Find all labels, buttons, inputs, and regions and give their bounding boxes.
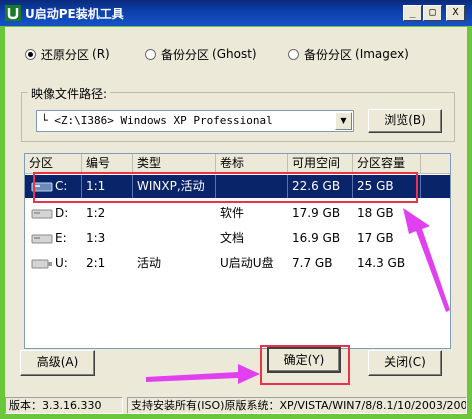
cell-number: 1:3 — [86, 231, 106, 245]
app-window: U启动PE装机工具 _ □ X 还原分区 (R) 备份分区 (Ghost) 备份… — [0, 0, 472, 419]
cell-size: 18 GB — [357, 206, 394, 220]
radio-backup-ghost[interactable]: 备份分区 (Ghost) — [145, 46, 257, 62]
cell-type: WINXP,活动 — [133, 175, 216, 198]
hard-drive-icon — [31, 234, 53, 244]
radio-dot-icon[interactable] — [145, 48, 156, 60]
cell-label: 文档 — [220, 231, 245, 245]
cell-size: 14.3 GB — [357, 256, 406, 270]
cell-drive: C: — [51, 175, 82, 198]
usb-drive-icon — [31, 259, 52, 269]
radio-dot-icon[interactable] — [25, 48, 36, 60]
col-header-free[interactable]: 可用空间 — [288, 154, 353, 173]
radio-restore-partition[interactable]: 还原分区 (R) — [25, 46, 110, 62]
cell-label — [216, 175, 288, 198]
cell-free: 7.7 GB — [292, 256, 333, 270]
radio-hotkey: (Ghost) — [212, 47, 257, 61]
cell-number: 2:1 — [86, 256, 106, 270]
cell-size: 25 GB — [353, 175, 421, 198]
partition-table[interactable]: 分区 编号 类型 卷标 可用空间 分区容量 C: 1:1 WINXP,活动 22… — [24, 153, 451, 349]
ok-button[interactable]: 确定(Y) — [267, 347, 341, 373]
radio-label: 备份分区 — [161, 47, 210, 62]
close-window-button[interactable]: X — [446, 5, 465, 21]
cell-number: 1:2 — [86, 206, 106, 220]
col-header-label[interactable]: 卷标 — [216, 154, 288, 173]
cell-drive: U: — [55, 256, 68, 270]
main-panel: 还原分区 (R) 备份分区 (Ghost) 备份分区 (Imagex) 映像文件… — [5, 27, 467, 414]
col-header-type[interactable]: 类型 — [133, 154, 216, 173]
table-row[interactable]: E: 1:3 文档 16.9 GB 17 GB — [25, 227, 450, 250]
cell-type: 活动 — [137, 256, 162, 270]
cell-drive: E: — [55, 231, 67, 245]
advanced-button[interactable]: 高级(A) — [20, 350, 95, 376]
support-text: 支持安装所有(ISO)原版系统：XP/VISTA/WIN7/8/8.1/10/2… — [127, 397, 467, 414]
cell-free: 16.9 GB — [292, 231, 341, 245]
cell-number: 1:1 — [82, 175, 133, 198]
image-path-group: 映像文件路径: └ <Z:\I386> Windows XP Professio… — [21, 85, 455, 142]
close-button[interactable]: 关闭(C) — [368, 350, 442, 376]
hard-drive-icon — [31, 182, 53, 192]
cell-drive: D: — [55, 206, 69, 220]
cell-label: 软件 — [220, 206, 245, 220]
table-header: 分区 编号 类型 卷标 可用空间 分区容量 — [25, 154, 450, 174]
minimize-button[interactable]: _ — [403, 5, 422, 21]
radio-hotkey: (R) — [92, 47, 110, 61]
radio-label: 还原分区 — [41, 47, 90, 62]
radio-backup-imagex[interactable]: 备份分区 (Imagex) — [288, 46, 409, 62]
cell-free: 17.9 GB — [292, 206, 341, 220]
hard-drive-icon — [31, 209, 53, 219]
radio-hotkey: (Imagex) — [355, 47, 409, 61]
title-bar[interactable]: U启动PE装机工具 _ □ X — [0, 0, 472, 26]
col-header-number[interactable]: 编号 — [82, 154, 133, 173]
image-path-value: └ <Z:\I386> Windows XP Professional — [41, 114, 273, 127]
cell-label: U启动U盘 — [220, 256, 274, 270]
image-path-combo[interactable]: └ <Z:\I386> Windows XP Professional ▼ — [36, 110, 354, 132]
table-row[interactable]: U: 2:1 活动 U启动U盘 7.7 GB 14.3 GB — [25, 252, 450, 275]
cell-type — [133, 227, 216, 250]
status-bar: 版本：3.3.16.330 支持安装所有(ISO)原版系统：XP/VISTA/W… — [5, 397, 467, 414]
version-text: 版本：3.3.16.330 — [5, 397, 123, 414]
chevron-down-icon[interactable]: ▼ — [335, 112, 352, 130]
table-row[interactable]: D: 1:2 软件 17.9 GB 18 GB — [25, 202, 450, 225]
maximize-button[interactable]: □ — [423, 5, 442, 21]
browse-button[interactable]: 浏览(B) — [368, 109, 442, 133]
radio-label: 备份分区 — [304, 47, 353, 62]
app-logo-icon — [5, 5, 21, 21]
window-title: U启动PE装机工具 — [25, 7, 124, 21]
radio-dot-icon[interactable] — [288, 48, 299, 60]
image-path-label: 映像文件路径: — [28, 85, 111, 102]
table-row[interactable]: C: 1:1 WINXP,活动 22.6 GB 25 GB — [25, 175, 450, 198]
cell-free: 22.6 GB — [288, 175, 353, 198]
col-header-size[interactable]: 分区容量 — [353, 154, 421, 173]
cell-type — [133, 202, 216, 225]
col-header-partition[interactable]: 分区 — [25, 154, 82, 173]
cell-size: 17 GB — [357, 231, 394, 245]
